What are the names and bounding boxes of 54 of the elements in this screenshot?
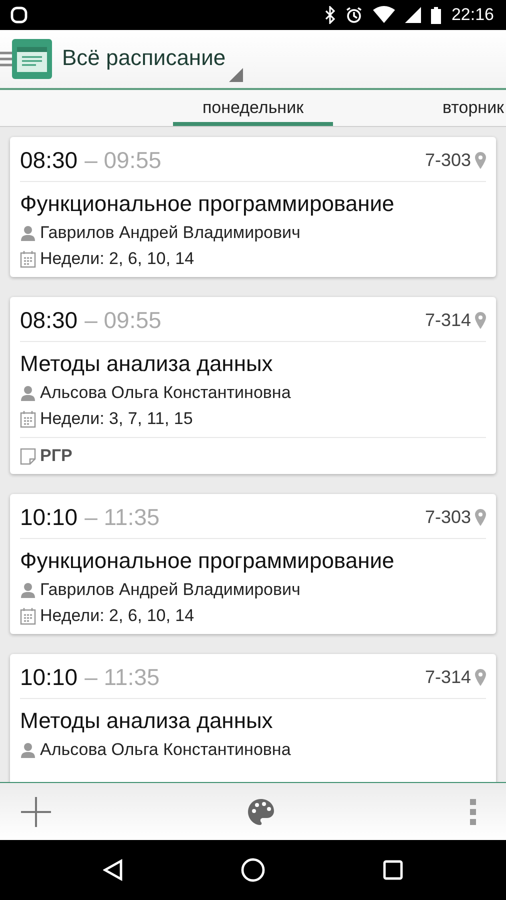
app-logo-icon[interactable]	[12, 39, 52, 79]
subject-name: Функциональное программирование	[20, 191, 396, 217]
teacher-name: Альсова Ольга Константиновна	[40, 383, 291, 403]
weeks-list: Недели: 2, 6, 10, 14	[40, 606, 194, 626]
dropdown-caret-icon[interactable]	[229, 68, 243, 82]
calendar-icon	[20, 608, 36, 624]
day-tab[interactable]: вторник	[387, 90, 506, 126]
person-icon	[20, 582, 36, 598]
add-icon[interactable]	[21, 796, 51, 826]
calendar-icon	[20, 250, 36, 268]
screen-title[interactable]: Всё расписание	[62, 45, 226, 71]
signal-icon	[405, 6, 422, 24]
wifi-icon	[373, 6, 396, 24]
location-pin-icon	[475, 508, 486, 526]
person-icon	[20, 742, 36, 758]
start-time: 08:30	[20, 146, 78, 174]
clock-time: 22:16	[451, 5, 494, 25]
start-time: 10:10	[20, 664, 78, 690]
subject-name: Функциональное программирование	[20, 548, 396, 574]
location-pin-icon	[475, 668, 486, 686]
weeks-list: Недели: 3, 7, 11, 15	[40, 409, 193, 429]
battery-icon	[431, 6, 442, 24]
end-time: – 11:35	[84, 504, 161, 530]
teacher-name: Гаврилов Андрей Владимирович	[40, 223, 300, 243]
location-pin-icon	[475, 152, 486, 168]
room-number: 7-303	[424, 150, 471, 170]
start-time: 08:30	[20, 306, 78, 334]
menu-icon[interactable]	[0, 51, 12, 67]
end-time: – 09:55	[84, 146, 162, 174]
alarm-icon	[345, 6, 364, 24]
subject-name: Методы анализа данных	[20, 708, 274, 734]
home-icon[interactable]	[241, 858, 265, 882]
calendar-icon	[20, 410, 36, 428]
person-icon	[20, 225, 36, 241]
person-icon	[20, 385, 36, 401]
start-time: 10:10	[20, 504, 78, 530]
room-number: 7-314	[424, 310, 471, 330]
room-number: 7-314	[424, 666, 471, 688]
subject-name: Методы анализа данных	[20, 351, 274, 377]
end-time: – 11:35	[84, 664, 161, 690]
recent-apps-icon[interactable]	[383, 860, 403, 880]
end-time: – 09:55	[84, 306, 162, 334]
teacher-name: Гаврилов Андрей Владимирович	[40, 580, 300, 600]
bluetooth-icon	[325, 6, 336, 24]
location-pin-icon	[475, 312, 486, 328]
teacher-name: Альсова Ольга Константиновна	[40, 740, 291, 760]
note-icon	[20, 448, 36, 464]
room-number: 7-303	[424, 506, 471, 528]
more-options-icon[interactable]	[470, 798, 476, 824]
palette-icon[interactable]	[248, 798, 274, 824]
note-text: РГР	[40, 446, 72, 466]
back-icon[interactable]	[103, 859, 123, 881]
notification-icon	[10, 6, 28, 24]
weeks-list: Недели: 2, 6, 10, 14	[40, 249, 194, 269]
